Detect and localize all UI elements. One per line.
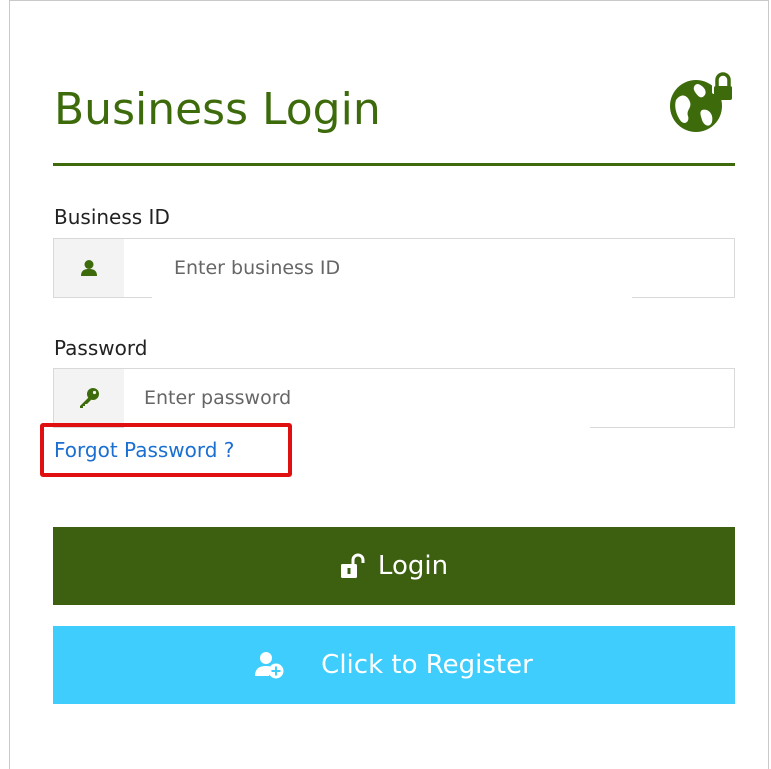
login-button-label: Login <box>377 551 449 581</box>
password-input[interactable] <box>144 369 624 427</box>
user-icon <box>81 260 97 276</box>
business-id-field[interactable] <box>53 238 735 298</box>
forgot-password-link[interactable]: Forgot Password ? <box>54 438 234 462</box>
title-divider <box>53 163 735 166</box>
unlock-icon <box>340 553 366 579</box>
password-addon <box>54 369 124 427</box>
login-button[interactable]: Login <box>53 527 735 605</box>
page-title: Business Login <box>54 84 381 135</box>
globe-lock-icon <box>670 72 732 132</box>
business-id-addon <box>54 239 124 297</box>
password-label: Password <box>54 336 148 360</box>
register-button-label: Click to Register <box>321 650 533 680</box>
password-field[interactable] <box>53 368 735 428</box>
register-button[interactable]: Click to Register <box>53 626 735 704</box>
input-underline-gap <box>152 296 632 298</box>
key-icon <box>80 388 99 408</box>
business-id-input[interactable] <box>174 239 654 297</box>
add-user-icon <box>255 651 285 679</box>
business-id-label: Business ID <box>54 205 170 229</box>
